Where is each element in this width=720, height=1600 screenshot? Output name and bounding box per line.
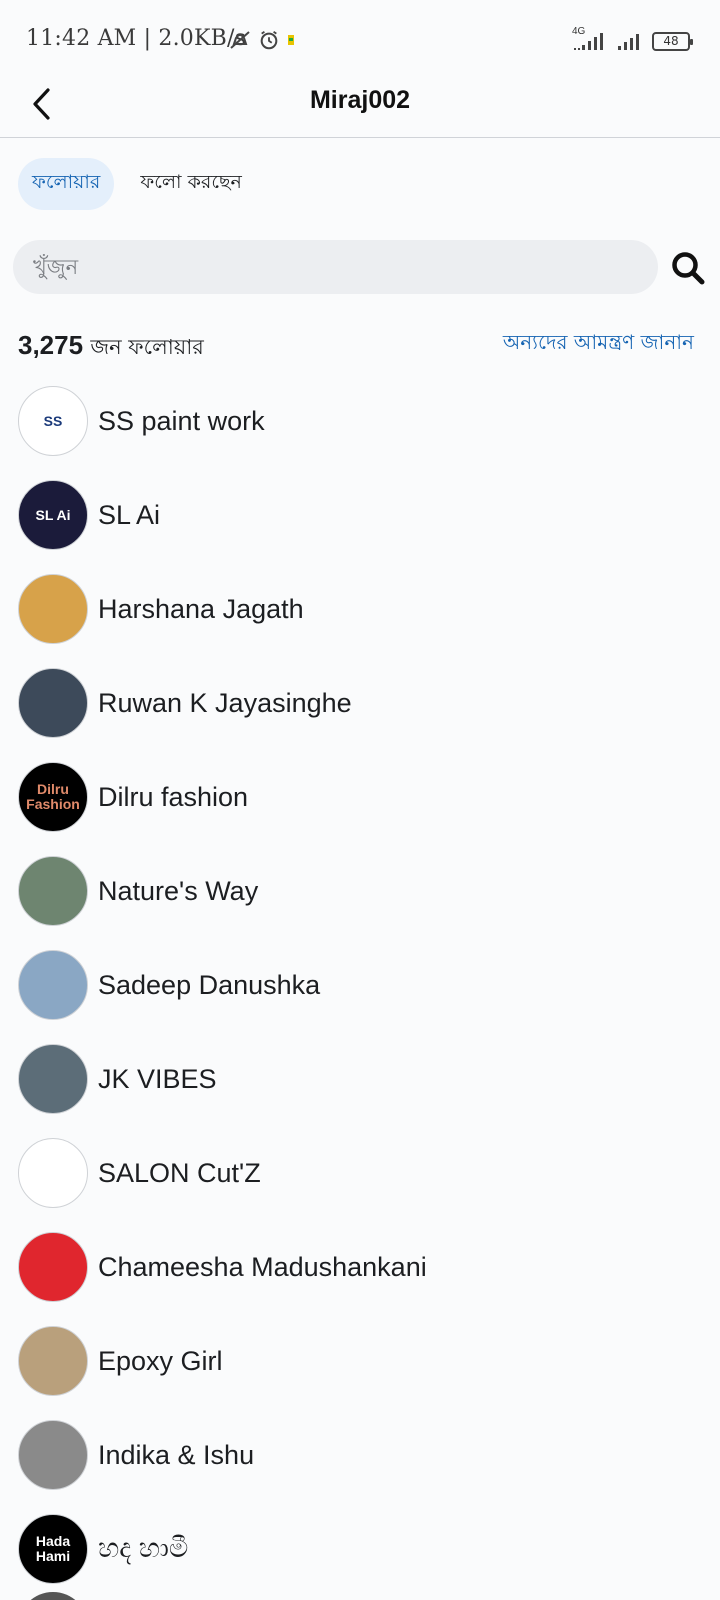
avatar bbox=[18, 668, 88, 738]
follower-name: Epoxy Girl bbox=[98, 1345, 223, 1376]
top-header: Miraj002 bbox=[0, 80, 720, 138]
avatar bbox=[18, 1232, 88, 1302]
tab-followers[interactable]: ফলোয়ার bbox=[18, 158, 115, 210]
follower-name: SL Ai bbox=[98, 499, 161, 530]
list-item[interactable]: Indika & Ishu bbox=[0, 1408, 720, 1502]
followers-count-label: জন ফলোয়ার bbox=[90, 335, 204, 359]
list-item[interactable]: Dilru Fashion Dilru fashion bbox=[0, 750, 720, 844]
follower-name: Indika & Ishu bbox=[98, 1439, 255, 1470]
tab-following[interactable]: ফলো করছেন bbox=[126, 158, 255, 210]
followers-count-row: 3,275 জন ফলোয়ার অন্যদের আমন্ত্রণ জানান bbox=[18, 326, 694, 366]
invite-others-link[interactable]: অন্যদের আমন্ত্রণ জানান bbox=[503, 328, 694, 361]
avatar: SS bbox=[18, 386, 88, 456]
avatar bbox=[18, 1326, 88, 1396]
list-item[interactable]: Hada Hami හද හාමී bbox=[0, 1502, 720, 1596]
list-item[interactable]: JK VIBES bbox=[0, 1032, 720, 1126]
follower-name: හද හාමී bbox=[98, 1533, 189, 1563]
followers-list: SS SS paint work SL Ai SL Ai Harshana Jagath… bbox=[0, 374, 720, 1596]
list-item[interactable]: Sadeep Danushka bbox=[0, 938, 720, 1032]
follower-name: Dilru fashion bbox=[98, 781, 249, 812]
status-bar: 11:42 AM | 2.0KB/s 4G 48 bbox=[0, 0, 720, 80]
avatar bbox=[18, 950, 88, 1020]
list-item[interactable]: Chameesha Madushankani bbox=[0, 1220, 720, 1314]
mute-icon bbox=[230, 31, 250, 49]
list-item[interactable]: SL Ai SL Ai bbox=[0, 468, 720, 562]
list-item[interactable]: SALON Cut'Z bbox=[0, 1126, 720, 1220]
status-icons bbox=[228, 28, 296, 52]
avatar bbox=[18, 1138, 88, 1208]
follower-name: Chameesha Madushankani bbox=[98, 1251, 427, 1282]
followers-count: 3,275 জন ফলোয়ার bbox=[18, 330, 204, 366]
follower-name: SS paint work bbox=[98, 405, 265, 436]
avatar bbox=[18, 856, 88, 926]
search-input[interactable] bbox=[13, 240, 658, 294]
follower-name: JK VIBES bbox=[98, 1063, 217, 1094]
status-time: 11:42 AM | 2.0KB/s bbox=[26, 26, 247, 51]
list-item[interactable]: Ruwan K Jayasinghe bbox=[0, 656, 720, 750]
page-title: Miraj002 bbox=[309, 86, 411, 114]
status-right: 4G 48 bbox=[572, 26, 693, 52]
avatar: Dilru Fashion bbox=[18, 762, 88, 832]
list-item[interactable]: SS SS paint work bbox=[0, 374, 720, 468]
list-item[interactable]: Epoxy Girl bbox=[0, 1314, 720, 1408]
tab-bar: ফলোয়ার ফলো করছেন bbox=[18, 158, 256, 210]
avatar: SL Ai bbox=[18, 480, 88, 550]
avatar bbox=[18, 574, 88, 644]
signal-4g-icon: 4G bbox=[572, 26, 608, 52]
signal-icon bbox=[618, 34, 639, 50]
avatar bbox=[18, 1420, 88, 1490]
avatar bbox=[18, 1044, 88, 1114]
list-item[interactable]: Harshana Jagath bbox=[0, 562, 720, 656]
battery-icon: 48 bbox=[652, 31, 693, 51]
notification-icon bbox=[288, 35, 294, 45]
search-row bbox=[13, 240, 708, 294]
follower-name: Ruwan K Jayasinghe bbox=[98, 687, 352, 718]
follower-name: Nature's Way bbox=[98, 875, 259, 906]
followers-count-number: 3,275 bbox=[18, 330, 84, 360]
follower-name: SALON Cut'Z bbox=[98, 1157, 261, 1188]
search-button[interactable] bbox=[666, 246, 710, 290]
search-icon bbox=[672, 252, 705, 285]
follower-name: Harshana Jagath bbox=[98, 593, 304, 624]
follower-name: Sadeep Danushka bbox=[98, 969, 321, 1000]
alarm-icon bbox=[260, 30, 278, 50]
list-item[interactable]: Nature's Way bbox=[0, 844, 720, 938]
avatar: Hada Hami bbox=[18, 1514, 88, 1584]
